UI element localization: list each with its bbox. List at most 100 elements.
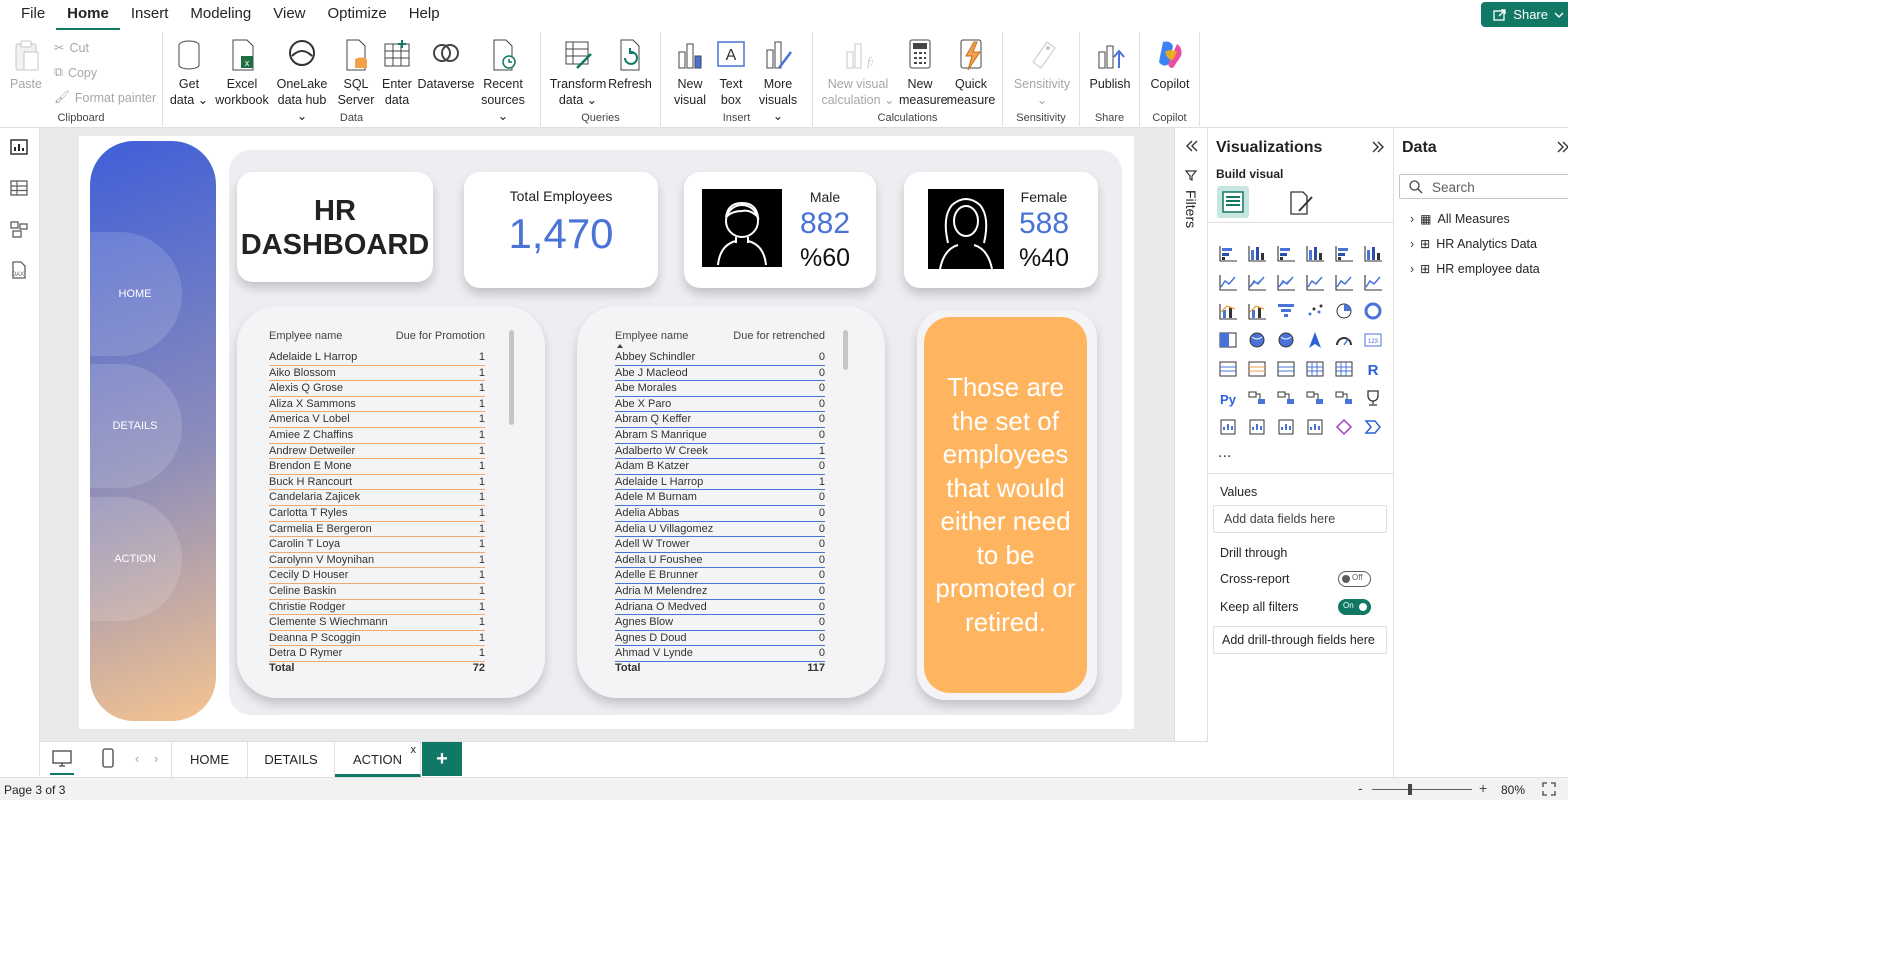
matrix-icon[interactable]: [1334, 360, 1354, 378]
add-page-button[interactable]: +: [422, 742, 462, 776]
page-tab-action[interactable]: ACTION x: [335, 742, 421, 777]
share-button[interactable]: Share: [1481, 2, 1568, 27]
report-view-icon[interactable]: [9, 138, 29, 156]
fit-to-page-icon[interactable]: [1542, 782, 1556, 796]
r-visual-icon[interactable]: R: [1363, 360, 1383, 378]
promotion-row[interactable]: Carolin T Loya 1: [269, 537, 485, 553]
text-box-button[interactable]: A Text box: [711, 38, 751, 108]
collapse-right-icon[interactable]: [1371, 141, 1385, 153]
paginated-report-icon[interactable]: [1218, 418, 1238, 436]
promotion-row[interactable]: Carolynn V Moynihan 1: [269, 553, 485, 569]
close-tab-icon[interactable]: x: [411, 732, 417, 768]
data-item-hr-analytics[interactable]: › ⊞ HR Analytics Data: [1410, 237, 1537, 251]
promotion-row[interactable]: Brendon E Mone 1: [269, 459, 485, 475]
cross-report-toggle[interactable]: Off: [1338, 571, 1371, 587]
line-chart-icon[interactable]: [1218, 273, 1238, 291]
retrenchment-row[interactable]: Adria M Melendrez 0: [615, 584, 825, 600]
sql-server-button[interactable]: SQL Server: [335, 38, 377, 108]
promotion-row[interactable]: Candelaria Zajicek 1: [269, 490, 485, 506]
paste-button[interactable]: Paste: [8, 38, 44, 92]
retrenchment-row[interactable]: Adelia U Villagomez 0: [615, 522, 825, 538]
promotion-row[interactable]: Adelaide L Harrop 1: [269, 350, 485, 366]
table-icon[interactable]: [1305, 360, 1325, 378]
card-icon[interactable]: 123: [1363, 331, 1383, 349]
clustered-bar-icon[interactable]: [1276, 244, 1296, 262]
100-column-icon[interactable]: [1363, 244, 1383, 262]
retrenchment-row[interactable]: Abram S Manrique 0: [615, 428, 825, 444]
copy-button[interactable]: ⧉ Copy: [54, 65, 97, 80]
area-chart-icon[interactable]: [1247, 273, 1267, 291]
zoom-slider[interactable]: [1372, 789, 1472, 790]
menu-optimize[interactable]: Optimize: [317, 0, 398, 30]
retrenchment-row[interactable]: Abe J Macleod 0: [615, 366, 825, 382]
decomposition-tree-icon[interactable]: [1276, 389, 1296, 407]
promotion-col-value[interactable]: Due for Promotion: [396, 330, 485, 342]
diamond-icon[interactable]: [1334, 418, 1354, 436]
python-visual-icon[interactable]: Py: [1218, 389, 1238, 407]
menu-insert[interactable]: Insert: [120, 0, 180, 30]
qna-icon[interactable]: [1305, 389, 1325, 407]
retrenchment-scrollbar[interactable]: [843, 330, 848, 370]
zoom-out-button[interactable]: -: [1358, 780, 1363, 796]
multi-row-card-icon[interactable]: [1218, 360, 1238, 378]
excel-workbook-button[interactable]: x Excel workbook: [213, 38, 271, 108]
promotion-row[interactable]: Amiee Z Chaffins 1: [269, 428, 485, 444]
nav-details-button[interactable]: DETAILS: [88, 364, 182, 488]
menu-modeling[interactable]: Modeling: [179, 0, 262, 30]
funnel-icon[interactable]: [1276, 302, 1296, 320]
retrenchment-row[interactable]: Agnes Blow 0: [615, 615, 825, 631]
promotion-row[interactable]: Christie Rodger 1: [269, 600, 485, 616]
mobile-layout-icon[interactable]: [102, 748, 114, 768]
new-visual-button[interactable]: New visual: [671, 38, 709, 108]
more-visuals-ellipsis[interactable]: ...: [1218, 444, 1231, 462]
shape-map-icon[interactable]: [1305, 418, 1325, 436]
retrenchment-row[interactable]: Adriana O Medved 0: [615, 600, 825, 616]
nav-action-button[interactable]: ACTION: [88, 497, 182, 621]
page-tab-details[interactable]: DETAILS: [248, 742, 335, 777]
retrenchment-row[interactable]: Abbey Schindler 0: [615, 350, 825, 366]
retrenchment-row[interactable]: Abram Q Keffer 0: [615, 412, 825, 428]
collapse-data-icon[interactable]: [1556, 141, 1568, 153]
retrenchment-row[interactable]: Adam B Katzer 0: [615, 459, 825, 475]
promotion-col-name[interactable]: Emplyee name: [269, 330, 342, 342]
column-line-icon[interactable]: [1247, 302, 1267, 320]
refresh-button[interactable]: Refresh: [607, 38, 653, 92]
slicer-icon[interactable]: [1276, 360, 1296, 378]
promotion-row[interactable]: Aiko Blossom 1: [269, 366, 485, 382]
retrenchment-row[interactable]: Adella U Foushee 0: [615, 553, 825, 569]
stacked-bar-icon[interactable]: [1218, 244, 1238, 262]
sensitivity-button[interactable]: Sensitivity ⌄: [1009, 38, 1075, 108]
filters-pane-collapsed[interactable]: Filters: [1174, 128, 1208, 742]
stacked-area-icon[interactable]: [1276, 273, 1296, 291]
clustered-column-icon[interactable]: [1305, 244, 1325, 262]
ribbon-chart-icon[interactable]: [1305, 273, 1325, 291]
promotion-scrollbar[interactable]: [509, 330, 514, 425]
azure-map-icon[interactable]: [1305, 331, 1325, 349]
enter-data-button[interactable]: Enter data: [377, 38, 417, 108]
metrics-icon[interactable]: [1363, 389, 1383, 407]
add-drill-through-well[interactable]: Add drill-through fields here: [1213, 626, 1387, 654]
line-column-icon[interactable]: [1363, 273, 1383, 291]
format-painter-button[interactable]: 🖌 Format painter: [54, 90, 156, 105]
gauge-icon[interactable]: [1334, 331, 1354, 349]
data-search-box[interactable]: Search: [1399, 174, 1568, 199]
treemap-icon[interactable]: [1218, 331, 1238, 349]
donut-icon[interactable]: [1363, 302, 1383, 320]
retrenchment-row[interactable]: Agnes D Doud 0: [615, 631, 825, 647]
promotion-row[interactable]: America V Lobel 1: [269, 412, 485, 428]
promotion-row[interactable]: Deanna P Scoggin 1: [269, 631, 485, 647]
build-visual-tab[interactable]: [1217, 186, 1249, 218]
line-stacked-column-icon[interactable]: [1218, 302, 1238, 320]
promotion-row[interactable]: Cecily D Houser 1: [269, 568, 485, 584]
dataverse-button[interactable]: Dataverse: [417, 38, 475, 92]
dax-query-view-icon[interactable]: DAX: [9, 261, 29, 279]
desktop-layout-icon[interactable]: [52, 750, 72, 768]
menu-home[interactable]: Home: [56, 0, 120, 30]
menu-file[interactable]: File: [10, 0, 56, 30]
key-influencers-icon[interactable]: [1247, 389, 1267, 407]
retrenchment-row[interactable]: Adelle E Brunner 0: [615, 568, 825, 584]
quick-measure-button[interactable]: Quick measure: [943, 38, 999, 108]
nav-home-button[interactable]: HOME: [88, 232, 182, 356]
next-page-icon[interactable]: ›: [154, 751, 158, 766]
promotion-row[interactable]: Andrew Detweiler 1: [269, 444, 485, 460]
